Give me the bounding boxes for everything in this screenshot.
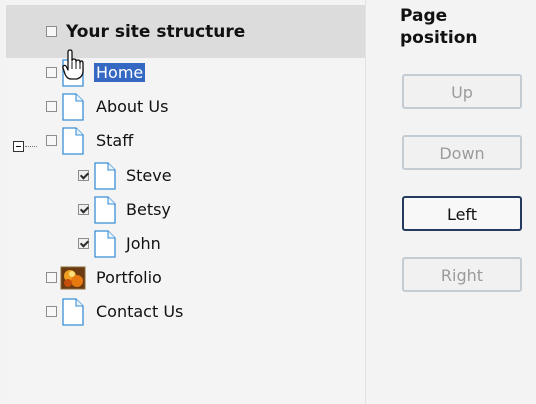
heading-line-2: position [400,28,478,48]
tree-item-checkbox[interactable] [46,306,57,317]
page-icon [62,93,84,121]
select-all-checkbox[interactable] [46,26,57,37]
tree-item-home[interactable]: Home [46,58,326,88]
tree-item-label[interactable]: About Us [94,97,170,116]
tree-item-checkbox[interactable] [78,204,89,215]
tree-header: Your site structure [6,5,365,58]
page-position-heading: Page position [400,5,520,49]
tree-item-about-us[interactable]: About Us [46,92,326,122]
tree-item-staff[interactable]: Staff [46,126,326,156]
tree-item-betsy[interactable]: Betsy [78,195,358,225]
site-structure-tree: Your site structure Home About Us Staff … [6,0,366,404]
tree-item-contact-us[interactable]: Contact Us [46,297,326,327]
heading-line-1: Page [400,6,448,26]
tree-item-portfolio[interactable]: Portfolio [46,263,326,293]
tree-item-checkbox[interactable] [78,170,89,181]
page-icon [62,298,84,326]
move-up-button[interactable]: Up [402,74,522,109]
tree-item-checkbox[interactable] [46,272,57,283]
tree-item-checkbox[interactable] [78,238,89,249]
tree-item-label[interactable]: Staff [94,131,135,150]
collapse-toggle[interactable] [13,141,24,152]
tree-item-steve[interactable]: Steve [78,161,358,191]
move-down-button[interactable]: Down [402,135,522,170]
page-icon [94,162,116,190]
tree-item-checkbox[interactable] [46,67,57,78]
page-icon [94,196,116,224]
move-right-button[interactable]: Right [402,257,522,292]
page-icon [62,127,84,155]
tree-item-label[interactable]: Home [94,63,146,82]
tree-title: Your site structure [66,22,246,42]
tree-item-label[interactable]: Contact Us [94,302,185,321]
tree-item-label[interactable]: Steve [124,166,174,185]
tree-item-john[interactable]: John [78,229,358,259]
tree-item-checkbox[interactable] [46,135,57,146]
hand-cursor-icon [62,49,84,80]
move-left-button[interactable]: Left [402,196,522,231]
page-icon [94,230,116,258]
tree-connector-line [25,146,37,148]
tree-item-checkbox[interactable] [46,101,57,112]
tree-item-label[interactable]: John [124,234,163,253]
tree-item-label[interactable]: Portfolio [94,268,164,287]
tree-item-label[interactable]: Betsy [124,200,173,219]
image-icon [60,266,86,290]
